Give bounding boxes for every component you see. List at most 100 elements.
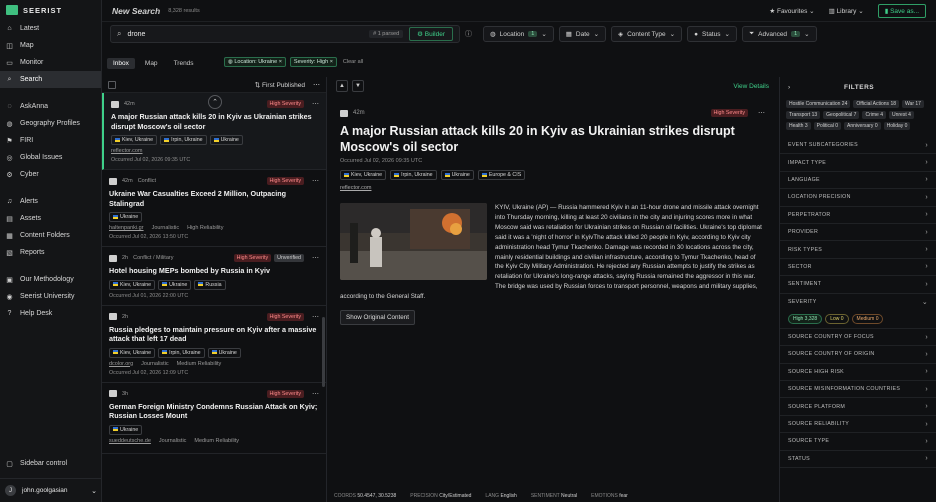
- filter-source-type[interactable]: SOURCE TYPE ›: [780, 433, 936, 451]
- sidebar-control[interactable]: ▢ Sidebar control: [0, 455, 102, 472]
- sidebar-item-our-methodology[interactable]: ▣ Our Methodology: [0, 271, 101, 288]
- search-input[interactable]: ⌕ drone # 1 parsed ⚙ Builder: [110, 25, 460, 43]
- location-tag[interactable]: Irpin, Ukraine: [160, 135, 207, 145]
- location-tag[interactable]: Irpin, Ukraine: [390, 170, 437, 180]
- filter-sector[interactable]: SECTOR ›: [780, 259, 936, 277]
- sidebar-item-map[interactable]: ◫ Map: [0, 37, 101, 54]
- sidebar-item-alerts[interactable]: ♫ Alerts: [0, 193, 101, 210]
- filter-source-reliability[interactable]: SOURCE RELIABILITY ›: [780, 416, 936, 434]
- card-title[interactable]: Russia pledges to maintain pressure on K…: [109, 325, 319, 344]
- sidebar-item-monitor[interactable]: ▭ Monitor: [0, 54, 101, 71]
- list-item[interactable]: 3h High Severity ⋯ German Foreign Ministry …: [102, 383, 326, 454]
- tab-trends[interactable]: Trends: [168, 58, 200, 69]
- sort-dropdown[interactable]: ⇅ First Published: [255, 81, 305, 89]
- location-tag[interactable]: Europe & CIS: [477, 170, 526, 180]
- previous-button[interactable]: ▲: [336, 80, 348, 92]
- severity-medium-chip[interactable]: Medium 0: [851, 313, 884, 324]
- location-tag[interactable]: Ukraine: [109, 212, 143, 222]
- more-icon[interactable]: ⋯: [758, 109, 765, 117]
- filter-status[interactable]: STATUS ›: [780, 451, 936, 469]
- filter-risk-types[interactable]: RISK TYPES ›: [780, 241, 936, 259]
- location-tag[interactable]: Ukraine: [109, 424, 143, 435]
- card-title[interactable]: A major Russian attack kills 20 in Kyiv …: [111, 112, 319, 131]
- filter-event-subcategories[interactable]: EVENT SUBCATEGORIES ›: [780, 137, 936, 155]
- favourites-button[interactable]: ★ Favourites ⌄: [769, 7, 814, 15]
- user-menu[interactable]: J john.goolgasian ⌄: [0, 478, 102, 502]
- close-icon[interactable]: ×: [279, 59, 282, 65]
- location-tag[interactable]: Ukraine: [209, 135, 243, 145]
- list-scrollbar[interactable]: [322, 317, 325, 387]
- topic-chip[interactable]: Anniversary 0: [844, 122, 881, 130]
- topic-chip[interactable]: War 17: [902, 100, 924, 108]
- sidebar-item-assets[interactable]: ▤ Assets: [0, 210, 101, 227]
- sidebar-item-firi[interactable]: ⚑ FIRI: [0, 132, 101, 149]
- list-item[interactable]: 2h High Severity ⋯ Russia pledges to mainta…: [102, 306, 326, 383]
- info-icon[interactable]: ⓘ: [465, 29, 472, 39]
- topic-chip[interactable]: Unrest 4: [888, 111, 914, 119]
- filter-perpetrator[interactable]: PERPETRATOR ›: [780, 207, 936, 224]
- filter-source-country-of-focus[interactable]: SOURCE COUNTRY OF FOCUS ›: [780, 329, 936, 347]
- source-link[interactable]: haltenpanki.gr: [109, 225, 144, 231]
- location-tag[interactable]: Kiev, Ukraine: [109, 347, 156, 358]
- collapse-icon[interactable]: ⌃: [208, 95, 222, 109]
- select-all-checkbox[interactable]: [108, 80, 116, 89]
- filter-location-precision[interactable]: LOCATION PRECISION ›: [780, 189, 936, 207]
- location-tag[interactable]: Ukraine: [207, 347, 241, 358]
- location-tag[interactable]: Ukraine: [158, 279, 192, 290]
- topic-chip[interactable]: Official Actions 18: [853, 100, 900, 108]
- topic-chip[interactable]: Hostile Communication 24: [786, 100, 851, 108]
- view-details-link[interactable]: View Details: [733, 83, 769, 90]
- builder-button[interactable]: ⚙ Builder: [409, 27, 453, 41]
- severity-low-chip[interactable]: Low 0: [825, 313, 849, 324]
- topic-chip[interactable]: Political 0: [813, 122, 842, 130]
- sidebar-item-global-issues[interactable]: ◎ Global Issues: [0, 149, 101, 166]
- sidebar-item-cyber[interactable]: ⚙ Cyber: [0, 166, 101, 183]
- tab-map[interactable]: Map: [139, 58, 164, 69]
- filter-sentiment[interactable]: SENTIMENT ›: [780, 276, 936, 294]
- content-type-filter-button[interactable]: ◈ Content Type ⌄: [611, 26, 683, 42]
- card-title[interactable]: Hotel housing MEPs bombed by Russia in K…: [109, 266, 319, 276]
- source-link[interactable]: reflector.com: [111, 148, 142, 154]
- list-item[interactable]: 2h Conflict / Military High Severity Unveri…: [102, 247, 326, 306]
- filter-impact-type[interactable]: IMPACT TYPE ›: [780, 154, 936, 172]
- topic-chip[interactable]: Health 3: [786, 122, 811, 130]
- filter-source-high-risk[interactable]: SOURCE HIGH RISK ›: [780, 364, 936, 382]
- topic-chip[interactable]: Holiday 0: [883, 122, 911, 130]
- status-filter-button[interactable]: ● Status ⌄: [687, 26, 737, 42]
- sidebar-item-content-folders[interactable]: ▦ Content Folders: [0, 227, 101, 244]
- date-filter-button[interactable]: ▦ Date ⌄: [558, 26, 607, 42]
- card-title[interactable]: German Foreign Ministry Condemns Russian…: [109, 402, 319, 421]
- location-filter-chip[interactable]: ◍ Location: Ukraine ×: [224, 57, 286, 67]
- location-tag[interactable]: Irpin, Ukraine: [158, 347, 205, 358]
- topic-chip[interactable]: Transport 13: [786, 111, 821, 119]
- filter-source-country-of-origin[interactable]: SOURCE COUNTRY OF ORIGIN ›: [780, 346, 936, 364]
- sidebar-item-help-desk[interactable]: ? Help Desk: [0, 305, 101, 322]
- location-tag[interactable]: Kiev, Ukraine: [109, 279, 156, 290]
- source-link[interactable]: dcolor.org: [109, 361, 133, 367]
- severity-filter-chip[interactable]: Severity: High ×: [289, 57, 337, 67]
- sidebar-item-askanna[interactable]: ◌ AskAnna: [0, 98, 101, 115]
- location-tag[interactable]: Ukraine: [440, 170, 474, 180]
- next-button[interactable]: ▼: [352, 80, 364, 92]
- more-icon[interactable]: ⋯: [312, 100, 319, 108]
- list-item[interactable]: 42m Conflict High Severity ⋯ Ukraine War Cas…: [102, 170, 326, 247]
- close-icon[interactable]: ×: [330, 59, 333, 65]
- sidebar-item-search[interactable]: ⌕ Search: [0, 71, 101, 88]
- filter-source-misinformation-countries[interactable]: SOURCE MISINFORMATION COUNTRIES ›: [780, 381, 936, 399]
- filter-language[interactable]: LANGUAGE ›: [780, 172, 936, 190]
- location-tag[interactable]: Kiev, Ukraine: [111, 135, 158, 145]
- severity-high-chip[interactable]: High 3,328: [788, 313, 823, 324]
- sidebar-item-seerist-university[interactable]: ◉ Seerist University: [0, 288, 101, 305]
- more-icon[interactable]: ⋯: [312, 254, 319, 262]
- source-link[interactable]: sueddeutsche.de: [109, 438, 151, 444]
- location-tag[interactable]: Kiev, Ukraine: [340, 170, 387, 180]
- more-icon[interactable]: ⋯: [312, 177, 319, 185]
- location-tag[interactable]: Russia: [194, 279, 226, 290]
- collapse-filters-icon[interactable]: ›: [788, 84, 790, 91]
- filter-provider[interactable]: PROVIDER ›: [780, 224, 936, 242]
- show-original-button[interactable]: Show Original Content: [340, 310, 416, 326]
- sidebar-item-reports[interactable]: ▧ Reports: [0, 244, 101, 261]
- clear-all-button[interactable]: Clear all: [343, 59, 363, 65]
- tab-inbox[interactable]: Inbox: [107, 57, 135, 69]
- advanced-filter-button[interactable]: ⏷ Advanced 1 ⌄: [741, 26, 817, 42]
